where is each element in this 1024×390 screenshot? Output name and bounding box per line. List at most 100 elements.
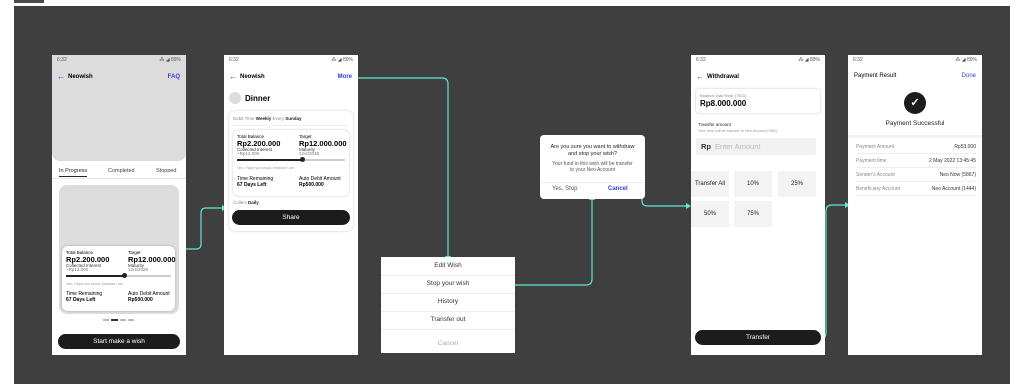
success-text: Payment Successful bbox=[885, 120, 945, 127]
header-banner bbox=[52, 55, 186, 161]
beneficiary-account-row: Beneficiary Account Neo Account (1444) bbox=[856, 183, 976, 196]
screen-wish-detail: 6:32 ⁂ ◢ 89% ← Neowish More Dinner Debit … bbox=[224, 55, 358, 355]
page-title: Payment Result bbox=[854, 73, 897, 79]
connector-3 bbox=[514, 200, 593, 286]
transfer-note: Your fund will be transfer to Neo Accoun… bbox=[698, 129, 778, 133]
action-sheet: Edit Wish Stop your wish History Transfe… bbox=[381, 257, 515, 353]
seventy-five-percent-option[interactable]: 75% bbox=[734, 201, 772, 227]
every-label: Every bbox=[272, 116, 284, 121]
progress-fill bbox=[237, 159, 302, 161]
status-time: 6:32 bbox=[853, 57, 863, 63]
check-icon: ✓ bbox=[904, 92, 926, 114]
status-time: 6:32 bbox=[229, 57, 239, 63]
page-title: Neowish bbox=[240, 74, 265, 80]
more-link[interactable]: More bbox=[338, 74, 352, 80]
balance-label: Balance 'Bali Wish' (7831) bbox=[700, 93, 747, 98]
twenty-five-percent-option[interactable]: 25% bbox=[778, 171, 816, 197]
maturity-value: 12/4/2028 bbox=[128, 267, 149, 272]
sender-account-row: Sender's Account Neo Now (5867) bbox=[856, 169, 976, 182]
tab-divider bbox=[52, 178, 186, 179]
row-value: Neo Account (1444) bbox=[931, 186, 976, 192]
transfer-out-option[interactable]: Transfer out bbox=[381, 311, 515, 330]
top-chip bbox=[14, 0, 44, 3]
time-value: 67 Days Left bbox=[66, 297, 96, 303]
tab-completed[interactable]: Completed bbox=[108, 168, 135, 174]
collected-value: +Rp12.000 bbox=[66, 267, 89, 272]
tab-in-progress[interactable]: In Progress bbox=[59, 168, 88, 177]
transfer-label: Transfer amount bbox=[698, 122, 731, 127]
balance-card: Total Balance Rp2.200.000 Collected Inte… bbox=[233, 130, 349, 196]
history-option[interactable]: History bbox=[381, 293, 515, 312]
screen-withdrawal: 6:32 ⁂ ◢ 89% ← Withdrawal Balance 'Bali W… bbox=[691, 55, 825, 355]
cancel-option[interactable]: Cancel bbox=[381, 335, 515, 353]
wish-avatar bbox=[229, 92, 241, 104]
edit-wish-option[interactable]: Edit Wish bbox=[381, 257, 515, 276]
auto-value: Rp500.000 bbox=[128, 297, 153, 303]
collected-value: +Rp12.000 bbox=[237, 151, 260, 156]
debit-value: Weekly bbox=[255, 116, 272, 121]
dialog-divider bbox=[540, 182, 645, 183]
debit-label: Debit Time bbox=[233, 116, 255, 121]
yes-stop-button[interactable]: Yes, Stop bbox=[552, 186, 577, 192]
balance-value: Rp8.000.000 bbox=[700, 99, 747, 108]
section-divider bbox=[848, 135, 982, 138]
status-bar: 6:32 ⁂ ◢ 89% bbox=[224, 55, 358, 65]
tab-stopped[interactable]: Stopped bbox=[156, 168, 177, 174]
auto-value: Rp500.000 bbox=[299, 182, 324, 188]
battery-text: 89% bbox=[809, 57, 820, 63]
page-dot bbox=[128, 319, 134, 321]
design-canvas: 6:32 ⁂ ◢ 89% ← Neowish FAQ In Progress Co… bbox=[14, 6, 1010, 384]
status-battery: ⁂ ◢ 89% bbox=[159, 57, 181, 63]
amount-input[interactable]: Rp Enter Amount bbox=[696, 138, 816, 155]
confirm-dialog: Are you sure you want to withdraw and st… bbox=[540, 135, 645, 199]
start-wish-button[interactable]: Start make a wish bbox=[58, 334, 180, 349]
back-arrow-icon[interactable]: ← bbox=[57, 72, 65, 81]
status-battery: ⁂ ◢ 89% bbox=[798, 57, 820, 63]
wish-note: Yes, I hope you proud, because I am bbox=[237, 166, 294, 170]
status-bar: 6:32 ⁂ ◢ 89% bbox=[52, 55, 186, 65]
battery-text: 89% bbox=[966, 57, 977, 63]
wish-card[interactable]: Total Balance Rp2.200.000 Collected Inte… bbox=[62, 246, 176, 311]
row-label: Beneficiary Account bbox=[856, 186, 900, 192]
progress-fill bbox=[66, 275, 124, 277]
payment-time-row: Payment time 2 May 2022 13:45:45 bbox=[856, 155, 976, 168]
wish-name: Dinner bbox=[245, 94, 271, 103]
back-arrow-icon[interactable]: ← bbox=[696, 72, 704, 81]
collect-value: Daily bbox=[248, 200, 259, 205]
back-arrow-icon[interactable]: ← bbox=[229, 72, 237, 81]
wish-note: Yes, I hope you proud, because I am bbox=[66, 282, 123, 286]
row-value: Neo Now (5867) bbox=[939, 172, 976, 178]
done-link[interactable]: Done bbox=[962, 73, 976, 79]
row-value: Rp53,000 bbox=[954, 144, 976, 150]
status-time: 6:32 bbox=[696, 57, 706, 63]
row-label: Payment time bbox=[856, 158, 887, 164]
progress-knob bbox=[300, 157, 305, 162]
dialog-title: Are you sure you want to withdraw and st… bbox=[550, 144, 635, 157]
time-value: 67 Days Left bbox=[237, 182, 267, 188]
collect-label: Collect bbox=[233, 200, 247, 205]
page-title: Neowish bbox=[68, 74, 93, 80]
stop-wish-option[interactable]: Stop your wish bbox=[381, 275, 515, 294]
dialog-body: Your fund in this wish will be transfer … bbox=[552, 161, 633, 173]
transfer-all-option[interactable]: Transfer All bbox=[691, 171, 729, 197]
row-label: Payment Amount bbox=[856, 144, 895, 150]
page-title: Withdrawal bbox=[707, 74, 739, 80]
divider bbox=[233, 125, 348, 126]
amount-placeholder: Enter Amount bbox=[715, 142, 761, 151]
balance-box: Balance 'Bali Wish' (7831) Rp8.000.000 bbox=[696, 89, 820, 113]
ten-percent-option[interactable]: 10% bbox=[734, 171, 772, 197]
screen-payment-result: 6:32 ⁂ ◢ 89% Payment Result Done ✓ Paymen… bbox=[848, 55, 982, 355]
status-battery: ⁂ ◢ 89% bbox=[331, 57, 353, 63]
fifty-percent-option[interactable]: 50% bbox=[691, 201, 729, 227]
every-value: Sunday bbox=[285, 116, 302, 121]
status-time: 6:32 bbox=[57, 57, 67, 63]
screen-neowish-list: 6:32 ⁂ ◢ 89% ← Neowish FAQ In Progress Co… bbox=[52, 55, 186, 355]
wish-detail-card: Debit Time Weekly Every Sunday Total Bal… bbox=[229, 111, 353, 231]
battery-text: 89% bbox=[170, 57, 181, 63]
dialog-cancel-button[interactable]: Cancel bbox=[608, 186, 628, 192]
status-bar: 6:32 ⁂ ◢ 89% bbox=[848, 55, 982, 65]
transfer-button[interactable]: Transfer bbox=[695, 330, 821, 345]
share-button[interactable]: Share bbox=[232, 210, 350, 225]
top-bar bbox=[0, 0, 1024, 4]
faq-link[interactable]: FAQ bbox=[168, 74, 180, 80]
